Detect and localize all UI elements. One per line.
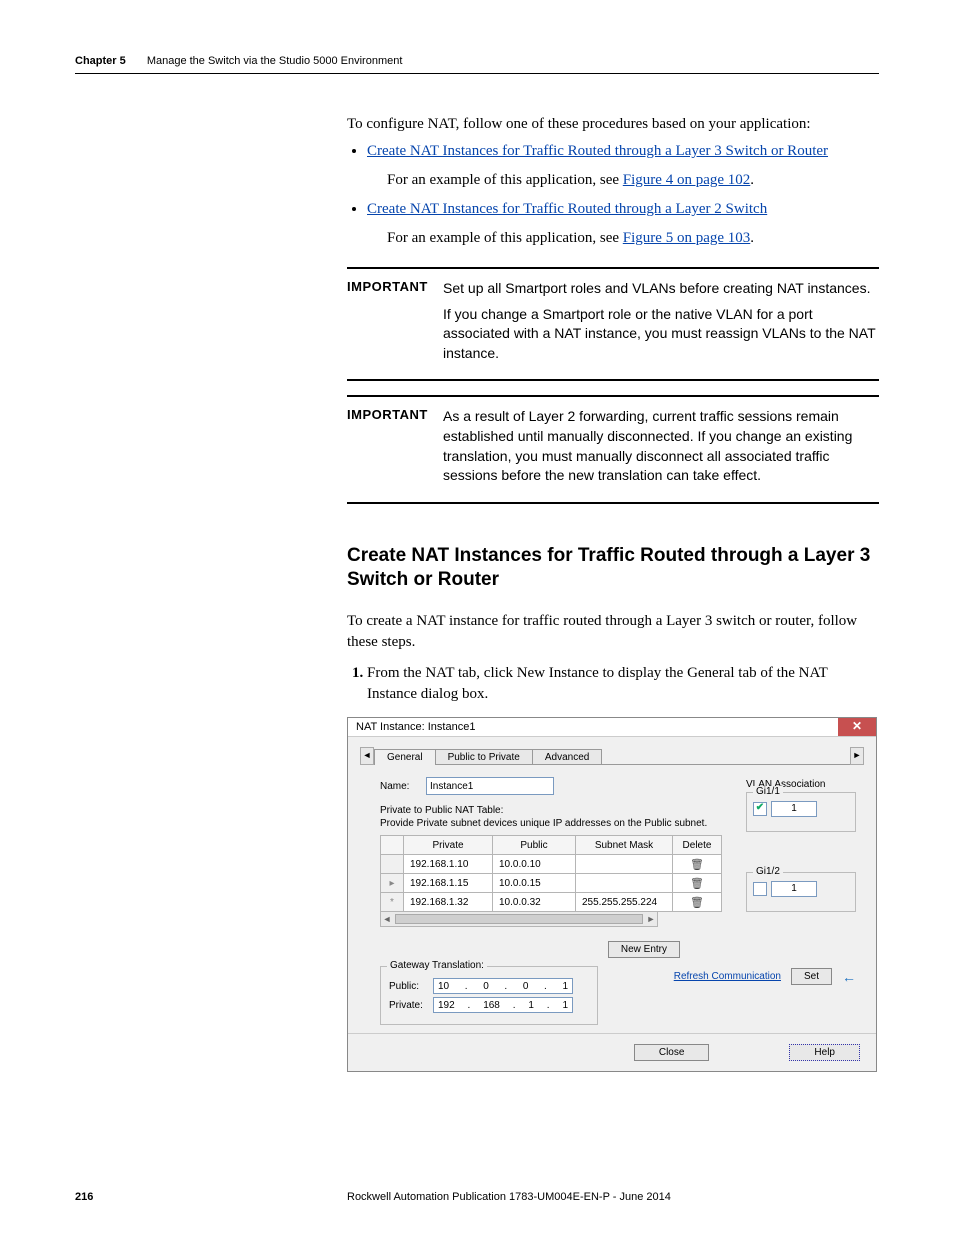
tab-scroll-right-icon[interactable]: ► xyxy=(850,747,864,765)
important-1-p1: Set up all Smartport roles and VLANs bef… xyxy=(443,279,879,299)
vlan-gi11-checkbox[interactable]: ✔ xyxy=(753,802,767,816)
name-input[interactable] xyxy=(426,777,554,795)
dialog-title: NAT Instance: Instance1 xyxy=(356,721,475,733)
tab-advanced[interactable]: Advanced xyxy=(532,749,602,765)
gateway-translation-fieldset: Gateway Translation: Public: 10. 0. 0. 1… xyxy=(380,966,598,1025)
gateway-legend: Gateway Translation: xyxy=(387,960,487,971)
trash-icon[interactable]: 🗑 xyxy=(690,878,704,890)
chapter-label: Chapter 5 xyxy=(75,55,126,67)
bullet-2: Create NAT Instances for Traffic Routed … xyxy=(367,199,879,220)
tab-public-to-private[interactable]: Public to Private xyxy=(435,749,533,765)
trash-icon[interactable]: 🗑 xyxy=(690,859,704,871)
step-1: From the NAT tab, click New Instance to … xyxy=(367,663,879,705)
vlan-gi12-checkbox[interactable] xyxy=(753,882,767,896)
page-number: 216 xyxy=(75,1191,347,1203)
chapter-title: Manage the Switch via the Studio 5000 En… xyxy=(147,55,403,67)
link-fig4[interactable]: Figure 4 on page 102 xyxy=(623,172,750,188)
bullet-2-sub: For an example of this application, see … xyxy=(387,228,879,249)
tab-strip: ◄ General Public to Private Advanced ► xyxy=(360,747,864,765)
vlan-gi11-fieldset: Gi1/1 ✔ 1 xyxy=(746,792,856,832)
vlan-gi12-fieldset: Gi1/2 1 xyxy=(746,872,856,912)
trash-icon[interactable]: 🗑 xyxy=(690,897,704,909)
vlan-gi12-legend: Gi1/2 xyxy=(753,866,783,877)
important-1-p2: If you change a Smartport role or the na… xyxy=(443,305,879,364)
page-header: Chapter 5 Manage the Switch via the Stud… xyxy=(75,55,879,74)
help-button[interactable]: Help xyxy=(789,1044,860,1061)
nat-instance-dialog: NAT Instance: Instance1 ✕ ◄ General Publ… xyxy=(347,717,877,1072)
important-label: IMPORTANT xyxy=(347,279,443,369)
important-2-p1: As a result of Layer 2 forwarding, curre… xyxy=(443,407,879,485)
refresh-communication-link[interactable]: Refresh Communication xyxy=(674,971,781,982)
page-footer: 216 Rockwell Automation Publication 1783… xyxy=(75,1191,879,1203)
table-row[interactable]: ▸ 192.168.1.15 10.0.0.15 🗑 xyxy=(381,874,722,893)
gw-private-input[interactable]: 192. 168. 1. 1 xyxy=(433,997,573,1013)
name-label: Name: xyxy=(380,781,426,792)
col-public[interactable]: Public xyxy=(493,836,576,855)
nat-table: Private Public Subnet Mask Delete 192.16… xyxy=(380,835,722,912)
important-box-2: IMPORTANT As a result of Layer 2 forward… xyxy=(347,395,879,503)
publication-info: Rockwell Automation Publication 1783-UM0… xyxy=(347,1191,671,1203)
bullet-1: Create NAT Instances for Traffic Routed … xyxy=(367,141,879,162)
link-layer3[interactable]: Create NAT Instances for Traffic Routed … xyxy=(367,143,828,159)
col-mask[interactable]: Subnet Mask xyxy=(576,836,673,855)
gw-public-input[interactable]: 10. 0. 0. 1 xyxy=(433,978,573,994)
tab-general[interactable]: General xyxy=(374,749,436,765)
col-private[interactable]: Private xyxy=(404,836,493,855)
table-row[interactable]: * 192.168.1.32 10.0.0.32 255.255.255.224… xyxy=(381,893,722,912)
arrow-left-icon[interactable]: ← xyxy=(842,969,856,985)
set-button[interactable]: Set xyxy=(791,968,832,985)
vlan-gi11-legend: Gi1/1 xyxy=(753,786,783,797)
table-row[interactable]: 192.168.1.10 10.0.0.10 🗑 xyxy=(381,855,722,874)
link-fig5[interactable]: Figure 5 on page 103 xyxy=(623,230,750,246)
link-layer2[interactable]: Create NAT Instances for Traffic Routed … xyxy=(367,201,767,217)
important-label: IMPORTANT xyxy=(347,407,443,491)
gw-private-label: Private: xyxy=(389,1000,433,1011)
close-button[interactable]: Close xyxy=(634,1044,710,1061)
new-entry-button[interactable]: New Entry xyxy=(608,941,680,958)
bullet-1-sub: For an example of this application, see … xyxy=(387,170,879,191)
horizontal-scrollbar[interactable]: ◄► xyxy=(380,912,658,927)
close-icon[interactable]: ✕ xyxy=(838,718,876,736)
gw-public-label: Public: xyxy=(389,981,433,992)
intro-text: To configure NAT, follow one of these pr… xyxy=(347,114,879,135)
important-box-1: IMPORTANT Set up all Smartport roles and… xyxy=(347,267,879,381)
col-delete: Delete xyxy=(673,836,722,855)
dialog-title-bar[interactable]: NAT Instance: Instance1 ✕ xyxy=(348,718,876,737)
vlan-gi12-value[interactable]: 1 xyxy=(771,881,817,897)
tab-scroll-left-icon[interactable]: ◄ xyxy=(360,747,374,765)
vlan-gi11-value[interactable]: 1 xyxy=(771,801,817,817)
section-para: To create a NAT instance for traffic rou… xyxy=(347,611,879,653)
section-heading: Create NAT Instances for Traffic Routed … xyxy=(347,544,879,593)
